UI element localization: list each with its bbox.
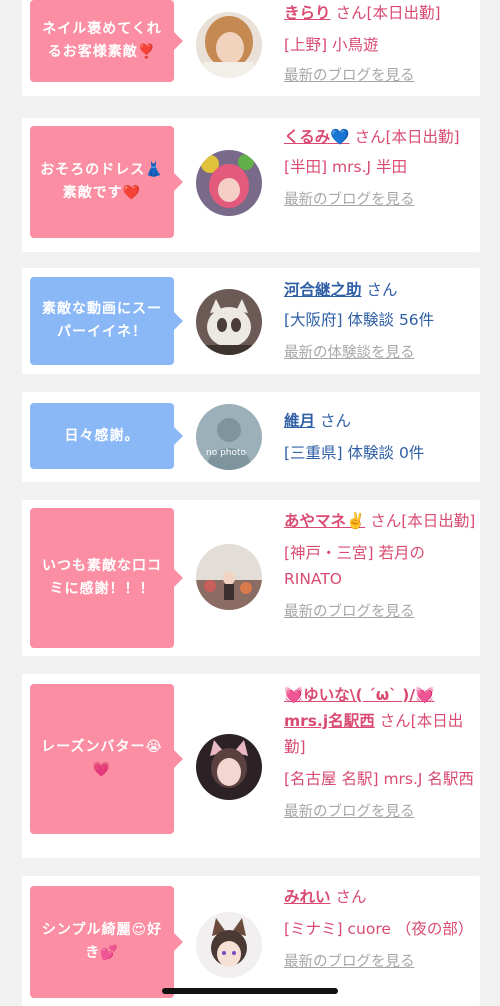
cast-name-link[interactable]: 河合継之助 <box>284 281 362 299</box>
shop-detail: [三重県] 体験談 0件 <box>284 444 425 462</box>
shop-detail: [上野] 小鳥遊 <box>284 36 379 54</box>
avatar[interactable] <box>196 12 262 78</box>
avatar[interactable] <box>196 544 262 610</box>
cast-status: さん[本日出勤] <box>370 512 476 530</box>
message-bubble: シンプル綺麗😍好き💕 <box>30 886 183 998</box>
message-text: レーズンバター😭💗 <box>41 739 163 778</box>
message-text: ネイル褒めてくれるお客様素敵❣️ <box>42 21 162 60</box>
message-bubble: レーズンバター😭💗 <box>30 684 183 834</box>
cast-status: さん[本日出勤] <box>354 128 460 146</box>
blog-link[interactable]: 最新のブログを見る <box>284 950 476 971</box>
review-card: 日々感謝。 no photo 維月 さん [三重県] 体験談 0件 <box>22 392 480 482</box>
review-card: ネイル褒めてくれるお客様素敵❣️ きらり さん[本日出勤] [上野] 小鳥遊 最… <box>22 0 480 96</box>
cast-name-link[interactable]: 維月 <box>284 412 315 430</box>
cast-name-link[interactable]: くるみ💙 <box>284 128 350 146</box>
avatar-photo-icon <box>196 734 262 800</box>
shop-detail: [名古屋 名駅] mrs.J 名駅西 <box>284 770 474 788</box>
message-text: おそろのドレス👗素敵です❤️ <box>40 162 164 201</box>
review-card: いつも素敵な口コミに感謝！！！ あやマネ✌️ さん[本日出勤] [神戸・三宮] … <box>22 500 480 656</box>
avatar-photo-icon <box>196 912 262 978</box>
message-bubble: ネイル褒めてくれるお客様素敵❣️ <box>30 0 183 82</box>
blog-link[interactable]: 最新のブログを見る <box>284 800 476 821</box>
message-text: いつも素敵な口コミに感謝！！！ <box>42 558 162 597</box>
review-link[interactable]: 最新の体験談を見る <box>284 341 476 362</box>
cast-status: さん[本日出勤] <box>335 4 441 22</box>
no-photo-label: no photo <box>206 448 247 458</box>
avatar[interactable]: no photo <box>196 404 262 470</box>
reviewer-suffix: さん <box>366 281 398 299</box>
message-bubble: 素敵な動画にスーパーイイネ！ <box>30 277 183 365</box>
cast-name-link[interactable]: みれい <box>284 888 331 906</box>
home-indicator[interactable] <box>162 988 338 994</box>
avatar-photo-icon <box>196 544 262 610</box>
message-text: シンプル綺麗😍好き💕 <box>41 922 163 961</box>
cast-name-link[interactable]: きらり <box>284 4 331 22</box>
avatar[interactable] <box>196 734 262 800</box>
review-card: おそろのドレス👗素敵です❤️ くるみ💙 さん[本日出勤] [半田] mrs.J … <box>22 118 480 252</box>
blog-link[interactable]: 最新のブログを見る <box>284 64 476 85</box>
avatar[interactable] <box>196 912 262 978</box>
message-bubble: おそろのドレス👗素敵です❤️ <box>30 126 183 238</box>
shop-detail: [神戸・三宮] 若月のRINATO <box>284 544 426 588</box>
review-card: シンプル綺麗😍好き💕 みれい さん [ミナミ] cuore （夜の部） 最新のブ… <box>22 876 480 1006</box>
message-bubble: いつも素敵な口コミに感謝！！！ <box>30 508 183 648</box>
message-text: 素敵な動画にスーパーイイネ！ <box>42 301 162 340</box>
review-card: 素敵な動画にスーパーイイネ！ 河合継之助 さん [大阪府] 体験談 56件 最新… <box>22 268 480 374</box>
review-card: レーズンバター😭💗 💓ゆいな\( ´ω` )/💓mrs.j名駅西 さん[本日出勤… <box>22 674 480 858</box>
shop-detail: [ミナミ] cuore （夜の部） <box>284 920 474 938</box>
avatar-photo-icon <box>196 150 262 216</box>
avatar[interactable] <box>196 150 262 216</box>
blog-link[interactable]: 最新のブログを見る <box>284 188 476 209</box>
shop-detail: [大阪府] 体験談 56件 <box>284 311 435 329</box>
no-photo-icon <box>196 404 262 470</box>
avatar[interactable] <box>196 289 262 355</box>
cast-status: さん <box>335 888 367 906</box>
blog-link[interactable]: 最新のブログを見る <box>284 600 476 621</box>
shop-detail: [半田] mrs.J 半田 <box>284 158 407 176</box>
message-bubble: 日々感謝。 <box>30 403 183 469</box>
cast-name-link[interactable]: あやマネ✌️ <box>284 512 365 530</box>
avatar-photo-icon <box>196 289 262 355</box>
avatar-photo-icon <box>196 12 262 78</box>
reviewer-suffix: さん <box>319 412 351 430</box>
message-text: 日々感謝。 <box>64 427 140 444</box>
